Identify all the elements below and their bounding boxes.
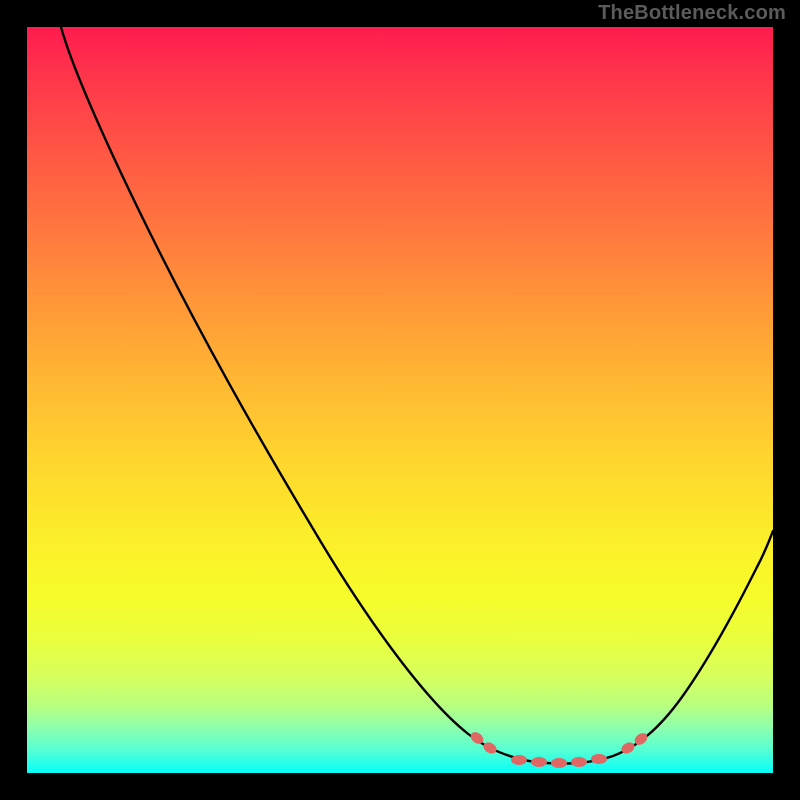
marker-dot (531, 757, 547, 767)
plot-area (27, 27, 773, 773)
marker-dot (511, 755, 527, 765)
marker-dot (551, 758, 567, 768)
marker-cluster (468, 730, 649, 768)
marker-dot (571, 757, 587, 767)
watermark-text: TheBottleneck.com (598, 2, 786, 25)
curve-path (61, 27, 773, 764)
marker-dot (481, 740, 498, 756)
marker-dot (591, 754, 607, 764)
marker-dot (619, 740, 636, 756)
chart-container: TheBottleneck.com (0, 0, 800, 800)
curve-svg (27, 27, 773, 773)
